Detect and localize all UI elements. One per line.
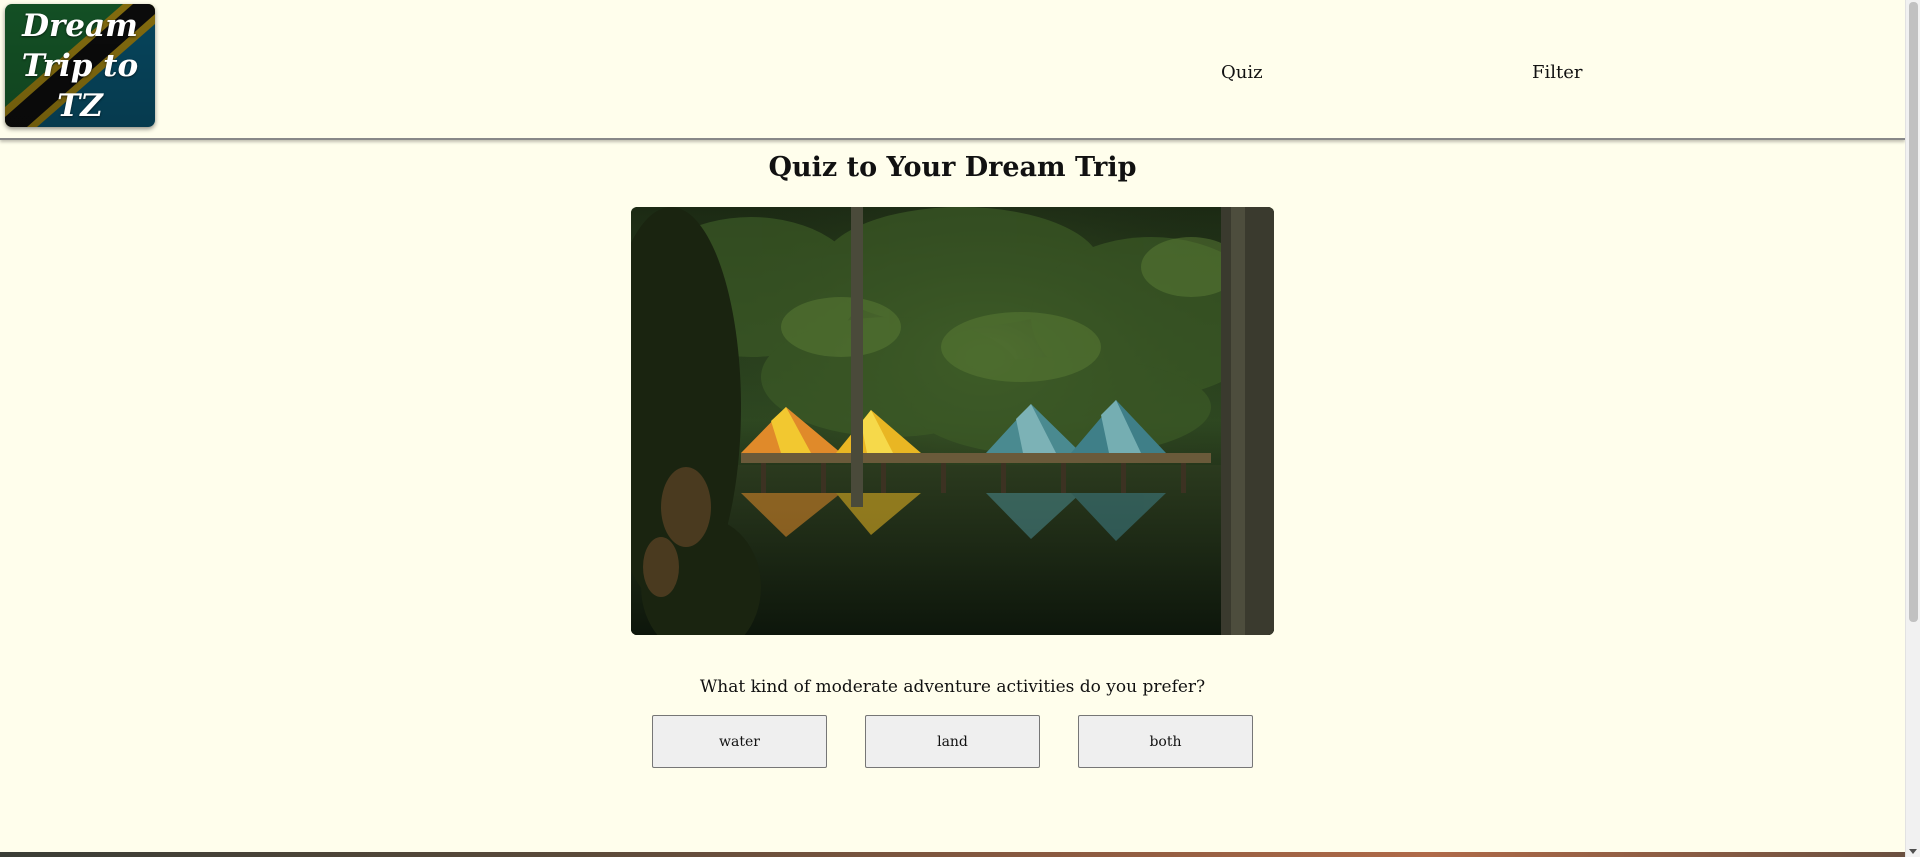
page: Dream Trip to TZ Quiz Filter Quiz to You… bbox=[0, 0, 1920, 857]
site-logo[interactable]: Dream Trip to TZ bbox=[5, 4, 155, 127]
answer-options: water land both bbox=[652, 715, 1253, 768]
page-title: Quiz to Your Dream Trip bbox=[768, 152, 1137, 183]
nav-link-quiz[interactable]: Quiz bbox=[1221, 62, 1263, 83]
scroll-down-arrow-icon[interactable] bbox=[1909, 849, 1917, 854]
footer-image-edge bbox=[0, 852, 1905, 857]
quiz-question: What kind of moderate adventure activiti… bbox=[699, 677, 1206, 697]
camping-photo bbox=[631, 207, 1274, 635]
scrollbar-thumb[interactable] bbox=[1909, 2, 1918, 622]
answer-button-water[interactable]: water bbox=[652, 715, 827, 768]
logo-text: Dream Trip to TZ bbox=[21, 7, 139, 124]
answer-button-land[interactable]: land bbox=[865, 715, 1040, 768]
vertical-scrollbar[interactable] bbox=[1905, 0, 1920, 857]
quiz-image bbox=[631, 207, 1274, 635]
site-header: Dream Trip to TZ Quiz Filter bbox=[0, 0, 1905, 140]
nav-link-filter[interactable]: Filter bbox=[1532, 62, 1583, 83]
answer-button-both[interactable]: both bbox=[1078, 715, 1253, 768]
